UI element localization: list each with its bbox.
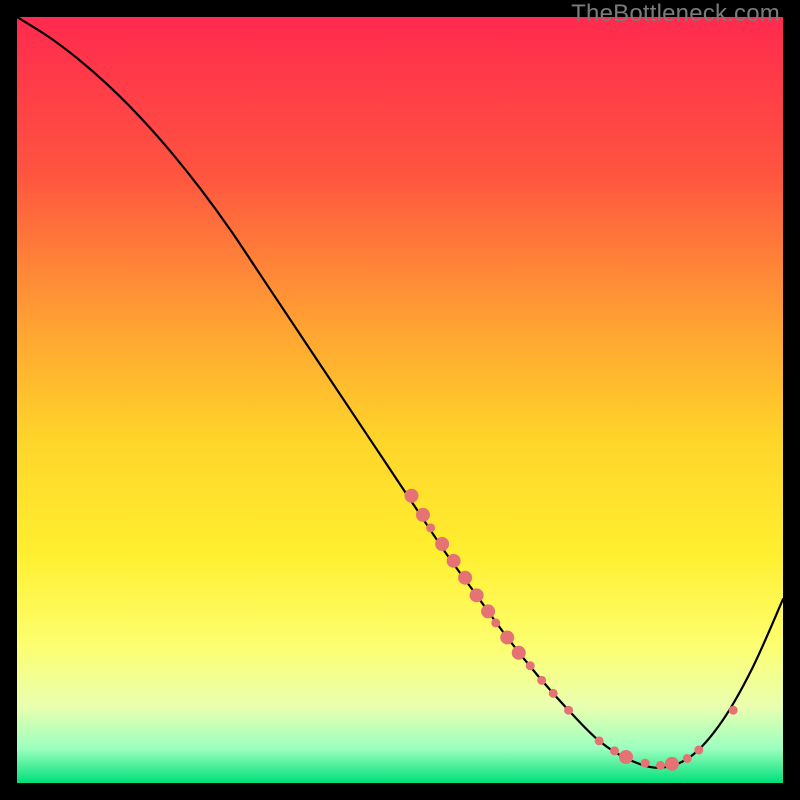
curve-marker bbox=[694, 746, 703, 755]
curve-marker bbox=[595, 736, 604, 745]
curve-marker bbox=[491, 618, 500, 627]
curve-marker bbox=[564, 706, 573, 715]
curve-marker bbox=[500, 630, 514, 644]
curve-marker bbox=[447, 554, 461, 568]
curve-marker bbox=[656, 761, 665, 770]
curve-marker bbox=[549, 689, 558, 698]
chart-stage: TheBottleneck.com bbox=[0, 0, 800, 800]
bottleneck-curve bbox=[17, 17, 783, 768]
curve-marker bbox=[470, 588, 484, 602]
curve-marker bbox=[729, 706, 738, 715]
curve-marker bbox=[683, 754, 692, 763]
curve-marker bbox=[512, 646, 526, 660]
curve-marker bbox=[458, 571, 472, 585]
curve-marker bbox=[619, 750, 633, 764]
curve-marker bbox=[665, 757, 679, 771]
curve-marker bbox=[426, 523, 435, 532]
curve-marker bbox=[404, 489, 418, 503]
curve-marker bbox=[610, 746, 619, 755]
marker-group bbox=[404, 489, 737, 771]
curve-marker bbox=[416, 508, 430, 522]
curve-marker bbox=[435, 537, 449, 551]
curve-marker bbox=[641, 759, 650, 768]
watermark-text: TheBottleneck.com bbox=[571, 0, 780, 28]
curve-marker bbox=[526, 661, 535, 670]
plot-area bbox=[17, 17, 783, 783]
curve-layer bbox=[17, 17, 783, 783]
curve-marker bbox=[481, 604, 495, 618]
curve-marker bbox=[537, 676, 546, 685]
